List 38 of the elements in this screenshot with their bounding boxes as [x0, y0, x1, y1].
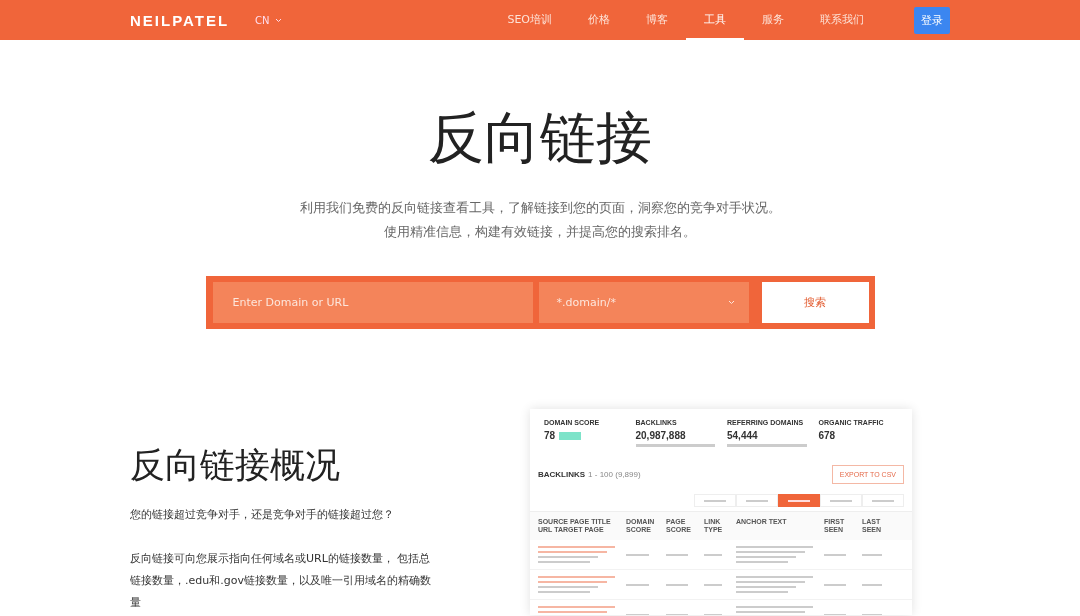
- blurred-text: [666, 553, 688, 556]
- blurred-text: [824, 583, 846, 586]
- blurred-text: [824, 553, 846, 556]
- blurred-text: [704, 583, 722, 586]
- blurred-text: [666, 583, 688, 586]
- blurred-text: [862, 553, 883, 556]
- stat-value: 20,987,888: [635, 430, 686, 441]
- section-title: 反向链接概况: [130, 444, 341, 487]
- search-button[interactable]: 搜索: [761, 282, 869, 323]
- language-selector[interactable]: CN: [255, 14, 282, 26]
- stat-value: 78: [544, 430, 556, 441]
- blurred-text: [626, 583, 649, 586]
- chevron-down-icon: [274, 17, 282, 23]
- blurred-text: [626, 553, 649, 556]
- subtitle-text: 利用我们免费的反向链接查看工具，了解链接到您的页面，洞察您的竞争对手状况。: [298, 199, 782, 217]
- scope-dropdown[interactable]: *.domain/*: [538, 282, 749, 323]
- stat-value: 678: [818, 430, 836, 441]
- stat-value: 54,444: [727, 430, 758, 441]
- nav-link[interactable]: 联系我们: [802, 0, 882, 40]
- dropdown-value: *.domain/*: [556, 296, 616, 309]
- domain-input-field[interactable]: Enter Domain or URL: [212, 282, 533, 323]
- nav-link[interactable]: 工具: [686, 0, 744, 40]
- list-range: 1 - 100 (9,899): [588, 470, 641, 479]
- filter-tab[interactable]: [778, 494, 820, 507]
- list-title: BACKLINKS: [538, 470, 586, 479]
- blurred-text: [704, 553, 722, 556]
- nav-link[interactable]: SEO培训: [489, 0, 570, 40]
- page-title: 反向链接: [427, 104, 653, 172]
- logo[interactable]: NEILPATEL: [130, 11, 230, 29]
- nav-link[interactable]: 服务: [744, 0, 802, 40]
- description-paragraph: 反向链接可向您展示指向任何域名或URL的链接数量， 包括总链接数量，.edu和.gov链接数量，以及唯一引用域名的精确数量: [130, 551, 432, 611]
- question-text: 您的链接超过竞争对手，还是竞争对手的链接超过您？: [130, 507, 395, 522]
- chevron-down-icon: [727, 300, 735, 305]
- subtitle-text: 使用精准信息，构建有效链接，并提高您的搜索排名。: [383, 223, 697, 241]
- login-button[interactable]: 登录: [914, 6, 950, 34]
- blurred-text: [862, 583, 883, 586]
- nav-link[interactable]: 价格: [570, 0, 628, 40]
- nav-link[interactable]: 博客: [628, 0, 686, 40]
